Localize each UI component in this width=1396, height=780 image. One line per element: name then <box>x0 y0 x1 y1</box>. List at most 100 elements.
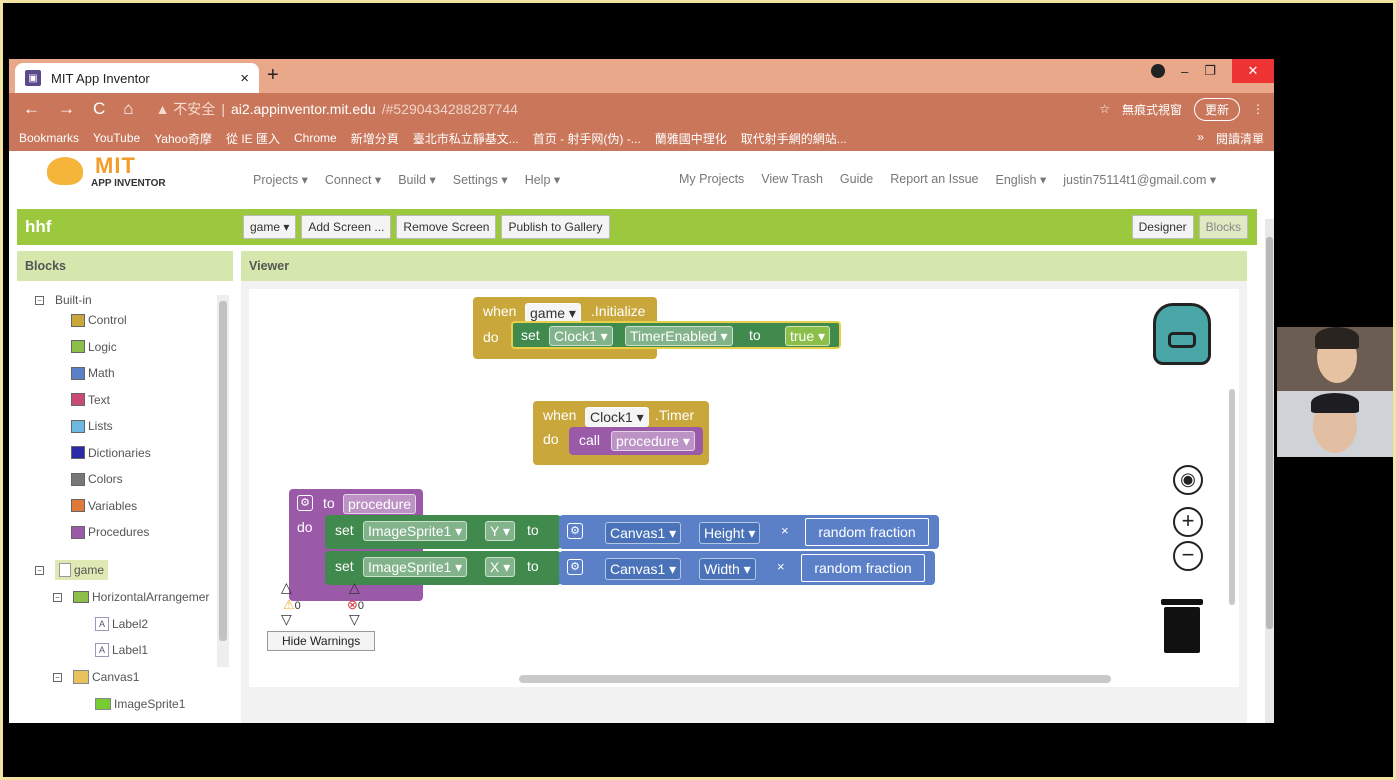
incognito-label[interactable]: 無痕式視窗 <box>1122 101 1182 118</box>
bookmark-item[interactable]: Chrome <box>294 131 337 145</box>
menu-item-4[interactable]: Help ▾ <box>525 172 560 187</box>
bookmark-item[interactable]: 首页 - 射手网(伪) -... <box>533 130 641 147</box>
bookmark-item[interactable]: 新增分頁 <box>351 130 399 147</box>
tree-arrangement[interactable]: − HorizontalArrangemer <box>53 590 209 604</box>
tree-canvas[interactable]: − Canvas1 <box>53 670 139 684</box>
bookmarks-folder[interactable]: Bookmarks <box>19 131 79 145</box>
builtin-procedures[interactable]: Procedures <box>71 525 149 539</box>
menu-link-3[interactable]: Report an Issue <box>890 172 978 186</box>
builtin-colors[interactable]: Colors <box>71 472 123 486</box>
trash-icon[interactable] <box>1164 607 1200 653</box>
blocks-workspace[interactable]: when game ▾ .Initialize do set Clock1 ▾ … <box>249 289 1239 687</box>
sprite-dropdown[interactable]: ImageSprite1 ▾ <box>363 557 468 577</box>
bookmark-item[interactable]: 蘭雅國中理化 <box>655 130 727 147</box>
mutator-gear-icon[interactable]: ⚙ <box>297 495 313 511</box>
browser-tab[interactable]: ▣ MIT App Inventor × <box>15 63 259 93</box>
new-tab-button[interactable]: + <box>267 64 279 87</box>
true-dropdown[interactable]: true ▾ <box>785 326 831 346</box>
menu-link-5[interactable]: justin75114t1@gmail.com ▾ <box>1063 172 1216 187</box>
builtin-lists[interactable]: Lists <box>71 419 113 433</box>
sprite-dropdown[interactable]: ImageSprite1 ▾ <box>363 521 468 541</box>
zoom-out-icon[interactable]: − <box>1173 541 1203 571</box>
workspace-vscrollbar[interactable] <box>1229 389 1235 605</box>
maximize-button[interactable]: ❐ <box>1204 63 1216 79</box>
menu-item-0[interactable]: Projects ▾ <box>253 172 308 187</box>
menu-item-3[interactable]: Settings ▾ <box>453 172 508 187</box>
menu-link-1[interactable]: View Trash <box>761 172 823 186</box>
tab-close-icon[interactable]: × <box>240 70 249 87</box>
random-fraction-block[interactable]: random fraction <box>801 554 925 582</box>
close-window-button[interactable]: ✕ <box>1232 59 1274 83</box>
warning-down-arrow-icon[interactable]: ▽ <box>281 611 292 628</box>
screen-node[interactable]: game <box>55 560 109 580</box>
canvas-property-dropdown[interactable]: Width ▾ <box>699 558 756 580</box>
bookmark-item[interactable]: YouTube <box>93 131 140 145</box>
clock-dropdown[interactable]: Clock1 ▾ <box>549 326 613 346</box>
menu-link-0[interactable]: My Projects <box>679 172 744 186</box>
forward-icon[interactable]: → <box>58 99 75 119</box>
remove-screen-button[interactable]: Remove Screen <box>396 215 497 239</box>
tree-sprite[interactable]: ImageSprite1 <box>95 697 185 711</box>
tree-builtin[interactable]: − Built-in <box>35 293 92 307</box>
reload-icon[interactable]: C <box>93 99 105 119</box>
set-sprite-block[interactable]: set ImageSprite1 ▾ X ▾ to <box>325 551 561 585</box>
procedure-dropdown[interactable]: procedure ▾ <box>611 431 695 451</box>
designer-button[interactable]: Designer <box>1131 215 1194 239</box>
builtin-variables[interactable]: Variables <box>71 499 137 513</box>
add-screen-button[interactable]: Add Screen ... <box>301 215 392 239</box>
menu-item-1[interactable]: Connect ▾ <box>325 172 381 187</box>
zoom-in-icon[interactable]: + <box>1173 507 1203 537</box>
bookmark-item[interactable]: Yahoo奇摩 <box>154 130 212 147</box>
url-field[interactable]: ▲ 不安全 | ai2.appinventor.mit.edu /#5290434… <box>156 99 518 119</box>
center-target-icon[interactable]: ◉ <box>1173 465 1203 495</box>
home-icon[interactable]: ⌂ <box>123 99 133 119</box>
bookmark-item[interactable]: 取代射手網的網站... <box>741 130 847 147</box>
bookmark-item[interactable]: 從 IE 匯入 <box>226 130 280 147</box>
property-dropdown[interactable]: TimerEnabled ▾ <box>625 326 733 346</box>
set-timer-enabled-block[interactable]: set Clock1 ▾ TimerEnabled ▾ to true ▾ <box>511 321 841 349</box>
minimize-button[interactable]: – <box>1181 64 1188 79</box>
update-button[interactable]: 更新 <box>1193 97 1240 121</box>
menu-dots-icon[interactable]: ⋮ <box>1252 102 1264 116</box>
menu-link-4[interactable]: English ▾ <box>996 172 1047 187</box>
clock-dropdown[interactable]: Clock1 ▾ <box>585 407 649 427</box>
blocks-button[interactable]: Blocks <box>1198 215 1248 239</box>
tree-label2[interactable]: A Label2 <box>95 617 148 631</box>
mutator-gear-icon[interactable]: ⚙ <box>567 559 583 575</box>
builtin-dictionaries[interactable]: Dictionaries <box>71 446 151 460</box>
random-fraction-block[interactable]: random fraction <box>805 518 929 546</box>
canvas-dropdown[interactable]: Canvas1 ▾ <box>605 558 682 580</box>
call-procedure-block[interactable]: call procedure ▾ <box>569 427 703 455</box>
publish-gallery-button[interactable]: Publish to Gallery <box>501 215 610 239</box>
canvas-dropdown[interactable]: Canvas1 ▾ <box>605 522 682 544</box>
multiply-block[interactable]: ⚙ Canvas1 ▾ Width ▾ × random fraction <box>559 551 935 585</box>
error-up-arrow-icon[interactable]: △ <box>349 579 360 596</box>
menu-item-2[interactable]: Build ▾ <box>398 172 436 187</box>
builtin-math[interactable]: Math <box>71 366 115 380</box>
tree-screen[interactable]: − game <box>35 560 109 580</box>
backpack-icon[interactable] <box>1153 303 1211 365</box>
collapse-icon[interactable]: − <box>35 295 44 305</box>
mit-logo[interactable]: MIT APP INVENTOR <box>9 151 219 207</box>
collapse-icon[interactable]: − <box>53 592 62 602</box>
collapse-icon[interactable]: − <box>35 565 44 575</box>
property-dropdown[interactable]: Y ▾ <box>485 521 516 541</box>
panel-scrollbar[interactable] <box>217 295 229 667</box>
builtin-control[interactable]: Control <box>71 313 127 327</box>
page-scrollbar[interactable] <box>1265 219 1274 723</box>
builtin-logic[interactable]: Logic <box>71 340 117 354</box>
reading-list[interactable]: 閱讀清單 <box>1216 130 1264 147</box>
back-icon[interactable]: ← <box>23 99 40 119</box>
account-icon[interactable] <box>1151 64 1166 78</box>
bookmarks-more[interactable]: » <box>1197 130 1204 147</box>
security-warning[interactable]: ▲ 不安全 <box>156 99 216 119</box>
mutator-gear-icon[interactable]: ⚙ <box>567 523 583 539</box>
screen-select[interactable]: game ▾ <box>243 215 297 239</box>
collapse-icon[interactable]: − <box>53 672 62 682</box>
warning-up-arrow-icon[interactable]: △ <box>281 579 292 596</box>
hide-warnings-button[interactable]: Hide Warnings <box>267 631 376 651</box>
procedure-name-field[interactable]: procedure <box>343 494 417 514</box>
menu-link-2[interactable]: Guide <box>840 172 873 186</box>
builtin-text[interactable]: Text <box>71 393 110 407</box>
property-dropdown[interactable]: X ▾ <box>485 557 516 577</box>
